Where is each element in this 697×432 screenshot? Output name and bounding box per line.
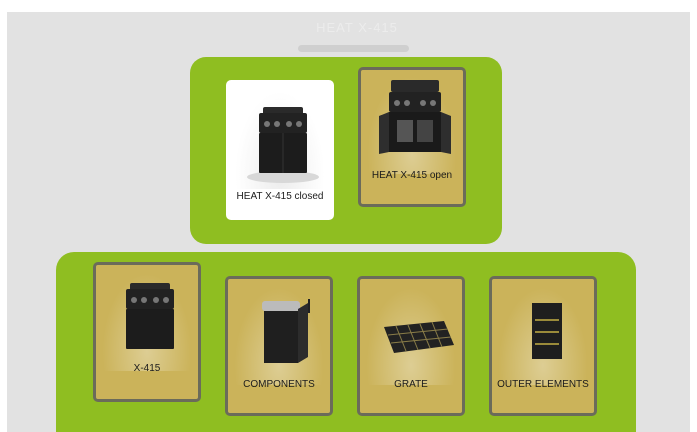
category-label: COMPONENTS <box>243 379 315 390</box>
header-title: HEAT X-415 <box>316 20 398 35</box>
category-label: GRATE <box>394 379 428 390</box>
category-tile-x415[interactable]: X-415 <box>93 262 201 402</box>
grate-icon <box>366 287 456 385</box>
category-label: X-415 <box>133 363 161 374</box>
grill-open-icon <box>367 76 457 174</box>
category-label: OUTER ELEMENTS <box>497 379 589 390</box>
variant-label: HEAT X-415 open <box>371 170 453 181</box>
variant-tile-closed[interactable]: HEAT X-415 closed <box>226 80 334 220</box>
category-tile-outer-elements[interactable]: OUTER ELEMENTS <box>489 276 597 416</box>
category-tile-components[interactable]: COMPONENTS <box>225 276 333 416</box>
outer-elements-icon <box>498 287 588 385</box>
category-group: X-415 COMPONENTS GRATE OUTER ELEMENTS <box>56 252 636 432</box>
grill-components-icon <box>234 287 324 385</box>
grill-closed-icon <box>235 91 325 189</box>
variant-label: HEAT X-415 closed <box>236 191 324 202</box>
grill-closed-icon <box>102 273 192 371</box>
variant-tile-open[interactable]: HEAT X-415 open <box>358 67 466 207</box>
variant-group: HEAT X-415 closed HEAT X-415 open <box>190 57 502 244</box>
category-tile-grate[interactable]: GRATE <box>357 276 465 416</box>
header-bar <box>298 45 409 52</box>
